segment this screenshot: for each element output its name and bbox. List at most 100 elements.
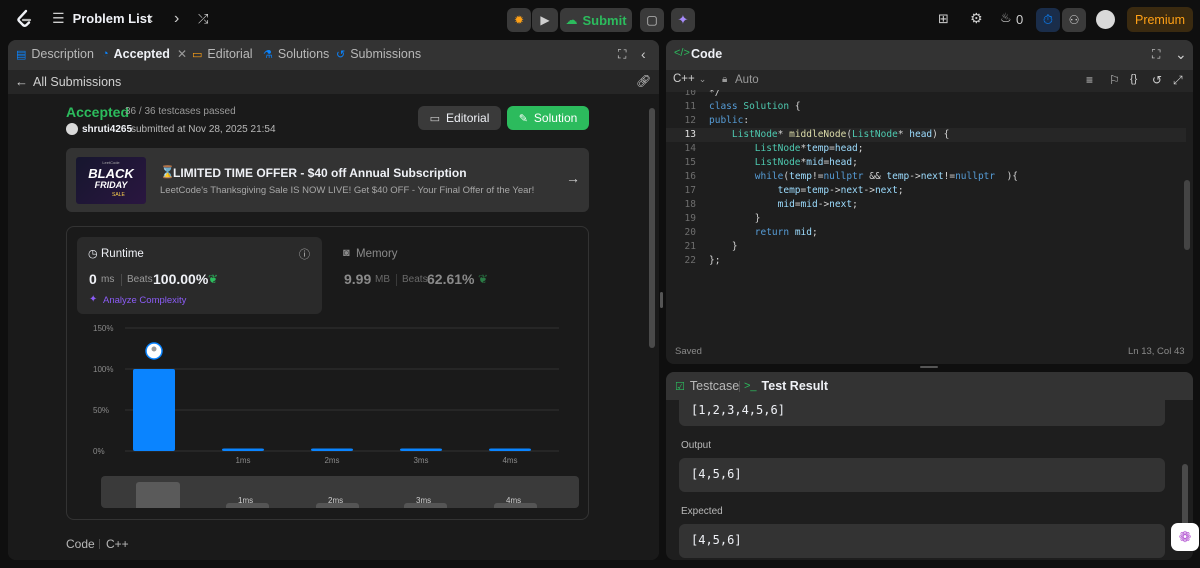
leetcode-logo[interactable] (14, 9, 34, 29)
tab-accepted[interactable]: ◔ Accepted ✕ (102, 47, 187, 61)
book-icon: ▭ (429, 112, 441, 125)
expand-icon[interactable]: ⤢ (1173, 73, 1183, 88)
code-line[interactable]: 13 ListNode* middleNode(ListNode* head) … (666, 128, 1186, 142)
all-submissions-link[interactable]: All Submissions (33, 75, 121, 89)
analyze-complexity-link[interactable]: Analyze Complexity (103, 295, 186, 306)
info-icon[interactable]: ⓘ (299, 246, 310, 262)
runtime-distribution-chart[interactable]: 0% 50% 100% 150% 1ms 2ms 3ms 4ms (67, 315, 588, 475)
code-editor[interactable]: 10 */ 11 class Solution {12 public: 13 ListNo… (666, 90, 1193, 330)
code-brackets-icon: </> (674, 47, 690, 59)
arrow-right-icon[interactable]: → (566, 170, 580, 186)
test-panel: ☑ Testcase >_ Test Result [1,2,3,4,5,6] … (666, 372, 1193, 560)
fire-icon[interactable]: ♨ (1000, 10, 1012, 26)
runtime-card[interactable]: ◷ Runtime ⓘ 0 ms Beats 100.00% ❦ ✦ Analy… (77, 237, 322, 314)
code-line[interactable]: 10 */ (666, 90, 1186, 100)
chevron-down-icon: ⌄ (698, 73, 707, 84)
bookmark-icon[interactable]: ⚐ (1109, 73, 1120, 87)
chart-bar (400, 448, 442, 451)
username[interactable]: shruti4265 (82, 124, 132, 135)
code-line[interactable]: 12 public: (666, 114, 1186, 128)
add-friend-button[interactable]: ⚇ (1062, 8, 1086, 32)
arrow-left-icon[interactable]: ← (15, 74, 28, 89)
scrollbar[interactable] (649, 96, 655, 556)
code-panel: </> Code ⛶ ⌄ C++ ⌄ 🔒︎ Auto ≡ ⚐ {} ↺ ⤢ 10… (666, 40, 1193, 364)
avatar[interactable] (1096, 10, 1115, 29)
timer-button[interactable]: ⏱ (1036, 8, 1060, 32)
tab-accepted-label: Accepted (113, 47, 170, 61)
code-line[interactable]: 17 temp=temp->next->next; (666, 184, 1186, 198)
code-line[interactable]: 14 ListNode*temp=head; (666, 142, 1186, 156)
close-tab-icon[interactable]: ✕ (177, 47, 187, 61)
ai-button[interactable]: ✦ (671, 8, 695, 32)
language-select[interactable]: C++ ⌄ (673, 73, 706, 85)
promo-banner[interactable]: LeetCode BLACK FRIDAY SALE ⌛ LIMITED TIM… (66, 148, 589, 212)
code-line[interactable]: 11 class Solution { (666, 100, 1186, 114)
runtime-unit: ms (101, 274, 115, 285)
reset-icon[interactable]: ↺ (1152, 73, 1162, 87)
sparkle-icon: ✦ (677, 12, 689, 27)
editorial-button-label: Editorial (446, 111, 490, 125)
layout-grid-icon[interactable]: ⊞ (938, 11, 949, 27)
user-avatar-marker-head (151, 346, 157, 352)
shuffle-icon[interactable]: ⤮ (198, 11, 208, 27)
streak-count: 0 (1016, 12, 1024, 27)
maximize-icon[interactable]: ⛶ (618, 47, 626, 62)
slider-label-2ms: 2ms (328, 496, 344, 505)
settings-gear-icon[interactable]: ⚙ (970, 10, 983, 27)
format-icon[interactable]: ≡ (1086, 73, 1093, 87)
editorial-button[interactable]: ▭ Editorial (418, 106, 501, 130)
submit-button[interactable]: ☁ Submit (560, 8, 632, 32)
line-number: 18 (684, 199, 696, 210)
assistant-floating-button[interactable]: ❁ (1171, 523, 1199, 551)
code-line[interactable]: 18 mid=mid->next; (666, 198, 1186, 212)
tab-editorial[interactable]: ▭ Editorial (192, 47, 253, 61)
braces-icon[interactable]: {} (1130, 73, 1137, 85)
code-line[interactable]: 15 ListNode*mid=head; (666, 156, 1186, 170)
tab-description[interactable]: ▤ Description (16, 47, 94, 61)
code-line[interactable]: 16 while(temp!=nullptr && temp->next!=nu… (666, 170, 1186, 184)
slider-label-1ms: 1ms (238, 496, 254, 505)
memory-value: 9.99 (344, 271, 372, 287)
maximize-icon[interactable]: ⛶ (1152, 47, 1160, 62)
next-problem-icon[interactable]: › (174, 10, 179, 28)
line-number: 20 (684, 227, 696, 238)
output-box: [4,5,6] (679, 458, 1165, 492)
output-value: [4,5,6] (691, 467, 742, 481)
debug-button[interactable]: ✹ (507, 8, 531, 32)
premium-button[interactable]: Premium (1127, 7, 1193, 32)
link-icon[interactable]: 🔗︎ (636, 74, 651, 88)
horizontal-splitter[interactable] (920, 366, 938, 368)
y-tick-label: 0% (93, 447, 105, 456)
code-line[interactable]: 19 } (666, 212, 1186, 226)
tab-solutions[interactable]: ⚗ Solutions (263, 47, 329, 61)
code-line[interactable]: 22}; (666, 254, 1186, 268)
run-button[interactable]: ▶ (532, 8, 558, 32)
line-number: 10 (684, 90, 696, 98)
collapse-icon[interactable]: ⌄ (1175, 46, 1187, 63)
list-icon: ☰ (52, 10, 65, 26)
problem-list-button[interactable]: ☰ Problem List (52, 10, 151, 27)
auto-mode[interactable]: Auto (735, 74, 759, 86)
range-slider[interactable]: 1ms 2ms 3ms 4ms (101, 476, 579, 508)
line-text: class Solution { (709, 101, 801, 112)
tab-testcase[interactable]: ☑ Testcase (675, 379, 739, 393)
notes-button[interactable]: ▢ (640, 8, 664, 32)
code-tab-label[interactable]: Code (691, 47, 722, 61)
line-text: public: (709, 115, 750, 126)
memory-card[interactable]: ◙ Memory 9.99 MB Beats 62.61% ❦ (332, 237, 577, 314)
document-icon: ▤ (16, 48, 27, 61)
line-text: */ (709, 90, 721, 98)
code-line[interactable]: 20 return mid; (666, 226, 1186, 240)
beats-badge-icon: ❦ (208, 272, 219, 286)
code-line[interactable]: 21 } (666, 240, 1186, 254)
vertical-splitter[interactable] (660, 292, 663, 308)
tab-test-result[interactable]: >_ Test Result (744, 379, 828, 393)
scrollbar-thumb[interactable] (649, 108, 655, 348)
tab-submissions[interactable]: ↺ Submissions (336, 47, 421, 61)
solution-button[interactable]: ✎ Solution (507, 106, 589, 130)
editor-scrollbar[interactable] (1184, 180, 1190, 250)
collapse-icon[interactable]: ‹ (641, 46, 646, 62)
submission-body: Accepted 36 / 36 testcases passed shruti… (8, 94, 659, 560)
expected-value: [4,5,6] (691, 533, 742, 547)
prev-problem-icon[interactable]: ‹ (148, 10, 153, 28)
